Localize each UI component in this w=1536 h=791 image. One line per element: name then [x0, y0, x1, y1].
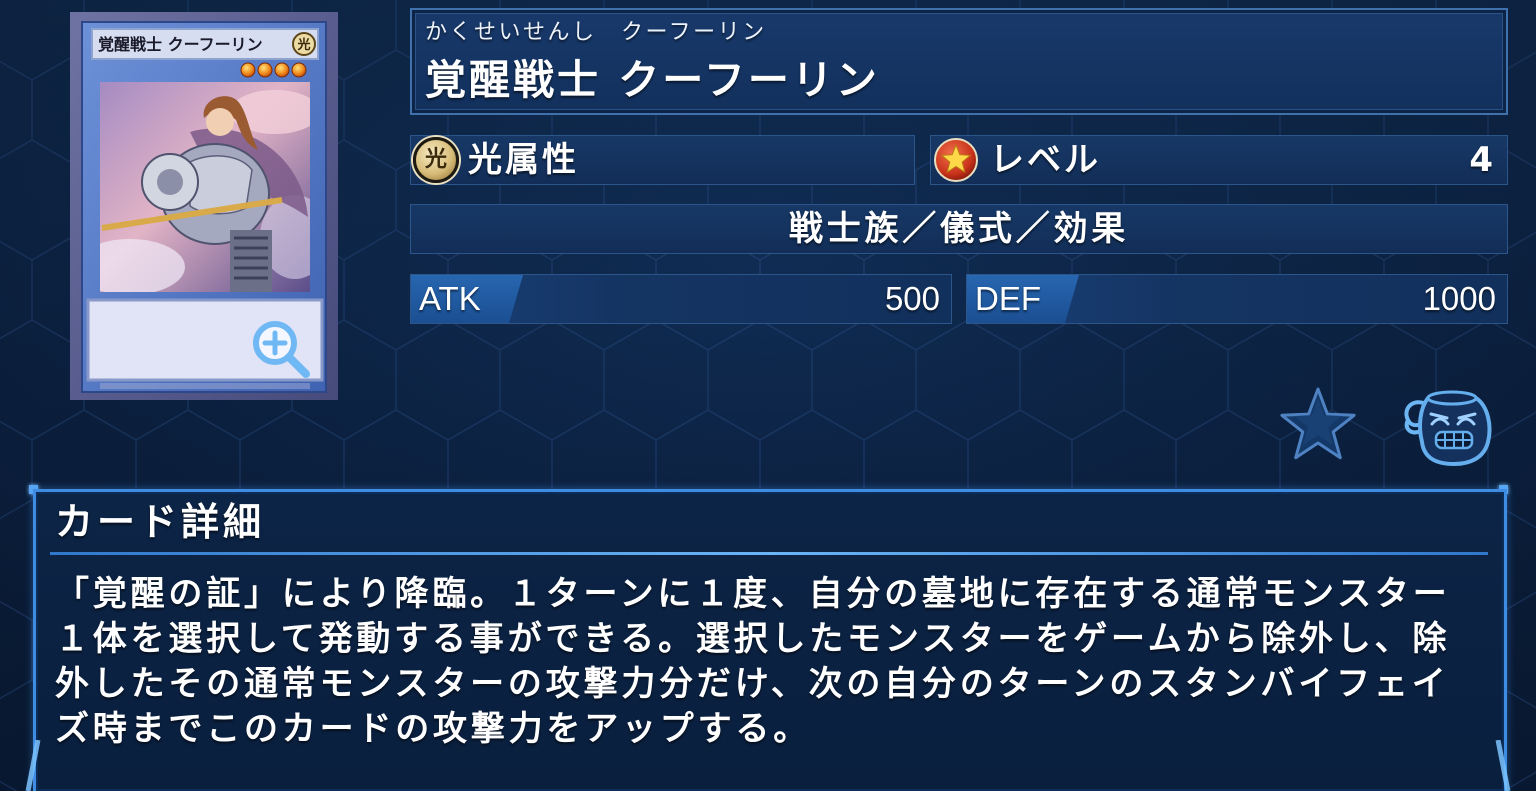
card-level-star — [240, 62, 256, 78]
level-star-icon — [934, 138, 978, 182]
atk-row: ATK 500 — [410, 274, 952, 324]
level-label: レベル — [990, 140, 1101, 180]
card-image[interactable]: 覚醒戦士 クーフーリン 光 — [70, 12, 338, 400]
card-name-header: かくせいせんし クーフーリン 覚醒戦士 クーフーリン — [410, 8, 1508, 115]
panel-glow-stroke — [25, 740, 41, 791]
pot-rim — [1426, 390, 1478, 406]
card-effect-text: 「覚醒の証」により降臨。１ターンに１度、自分の墓地に存在する通常モンスター １体… — [55, 572, 1451, 752]
effect-line: 「覚醒の証」により降臨。１ターンに１度、自分の墓地に存在する通常モンスター — [55, 574, 1451, 614]
level-value: 4 — [1469, 140, 1496, 180]
def-row: DEF 1000 — [966, 274, 1508, 324]
pot-icon[interactable] — [1400, 386, 1494, 468]
panel-glow-bottom-left — [25, 740, 41, 791]
card-image-name: 覚醒戦士 クーフーリン — [98, 35, 263, 54]
type-row: 戦士族／儀式／効果 — [410, 204, 1508, 254]
card-level-star — [274, 62, 290, 78]
card-detail-divider — [50, 552, 1488, 555]
star-icon[interactable] — [1277, 384, 1359, 466]
card-detail-panel: カード詳細 「覚醒の証」により降臨。１ターンに１度、自分の墓地に存在する通常モン… — [33, 489, 1507, 791]
light-attribute-icon: 光 — [413, 137, 459, 183]
panel-glow-bottom-right — [1495, 740, 1511, 791]
card-name-ruby: かくせいせんし クーフーリン — [425, 20, 767, 45]
atk-label: ATK — [419, 280, 481, 317]
warrior-head — [206, 108, 234, 136]
effect-line: 外したその通常モンスターの攻撃力分だけ、次の自分のターンのスタンバイフェイ — [55, 664, 1450, 704]
effect-line: ズ時までこのカードの攻撃力をアップする。 — [55, 709, 811, 749]
panel-glow-stroke — [1495, 740, 1511, 791]
card-artwork — [100, 82, 310, 292]
level-row: レベル 4 — [930, 135, 1508, 185]
warrior-gauntlet-core — [157, 169, 183, 195]
monster-type: 戦士族／儀式／効果 — [788, 209, 1130, 249]
attribute-row: 光 光属性 — [410, 135, 915, 185]
effect-line: １体を選択して発動する事ができる。選択したモンスターをゲームから除外し、除 — [55, 619, 1451, 659]
atk-value: 500 — [884, 280, 940, 317]
card-copyright-strip — [100, 383, 310, 389]
attribute-label: 光属性 — [468, 140, 579, 180]
card-level-star — [257, 62, 273, 78]
card-detail-title: カード詳細 — [55, 500, 266, 544]
card-level-star — [291, 62, 307, 78]
card-attribute-glyph: 光 — [296, 37, 310, 53]
card-name: 覚醒戦士 クーフーリン — [425, 56, 880, 104]
def-label: DEF — [975, 280, 1041, 317]
def-value: 1000 — [1422, 280, 1496, 317]
